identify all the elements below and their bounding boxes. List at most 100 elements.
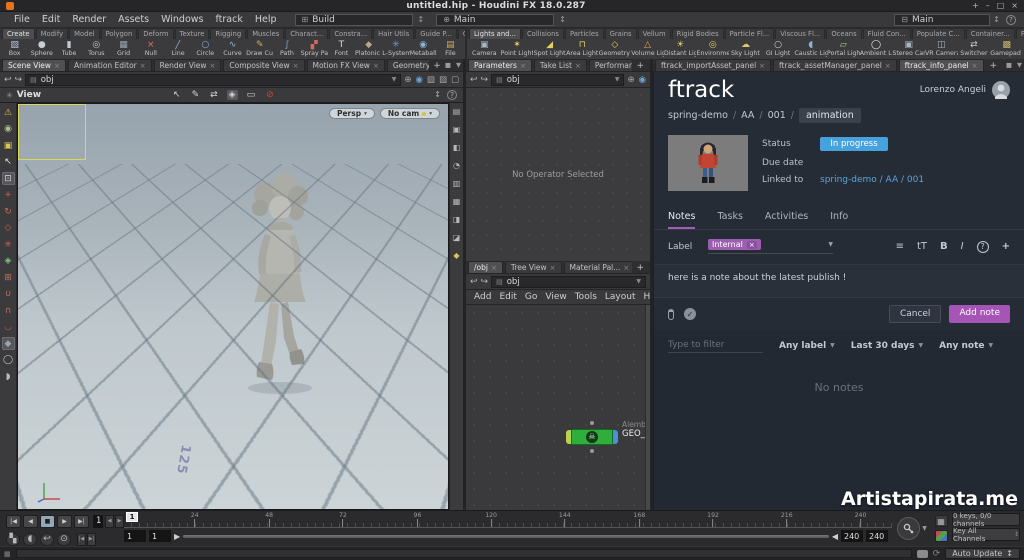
pane-tab[interactable]: Animation Editor × — [67, 59, 152, 71]
shelf-tab[interactable]: Charact... — [285, 28, 329, 39]
shelf-tool[interactable]: ◖ Caustic Light — [794, 40, 827, 59]
auto-update-dropdown[interactable]: Auto Update ↕ — [945, 548, 1020, 559]
help-icon[interactable]: ? — [1006, 14, 1016, 25]
breadcrumb-current[interactable]: animation — [798, 108, 861, 123]
view-tool-icon[interactable]: ⊘ — [264, 90, 276, 100]
shelf-tab[interactable]: Collisions — [521, 28, 564, 39]
back-icon[interactable]: ↩ — [470, 277, 478, 287]
window-control-button[interactable]: □ — [997, 1, 1005, 11]
path-field[interactable]: ▤ obj ▼ — [25, 73, 402, 86]
shelf-tool[interactable]: ◉ Metaball — [410, 40, 437, 59]
viewport-tool-icon[interactable]: ∩ — [2, 304, 15, 317]
viewport-tool-icon[interactable]: ↻ — [2, 205, 15, 218]
character-model[interactable] — [230, 168, 330, 398]
path-bar-icon[interactable]: ▧ — [427, 75, 435, 85]
shelf-tool[interactable]: ▣ Stereo Camera — [892, 40, 925, 59]
avatar[interactable] — [992, 81, 1010, 99]
viewport-option-icon[interactable]: ◨ — [453, 215, 461, 224]
attach-icon[interactable] — [668, 308, 674, 320]
playback-button[interactable]: ▶| — [74, 514, 89, 528]
path-bar-icon[interactable]: ▨ — [439, 75, 447, 85]
pane-menu-icon[interactable]: ▼ — [1017, 61, 1022, 69]
playback-button[interactable]: ▶ — [57, 514, 72, 528]
shelf-tool[interactable]: ∿ Curve — [219, 40, 246, 59]
filter-dropdown[interactable]: Last 30 days ▼ — [851, 341, 923, 351]
path-bar-icon[interactable]: ▢ — [451, 75, 459, 85]
pane-tab[interactable]: Motion FX View × — [306, 59, 385, 71]
shelf-tool[interactable]: ▩ Gamepad Camera — [990, 40, 1023, 59]
shelf-tab[interactable]: Viscous Fl... — [775, 28, 826, 39]
close-icon[interactable]: × — [575, 62, 581, 70]
shelf-tool[interactable]: ⊓ Area Light — [566, 40, 599, 59]
network-menu-item[interactable]: View — [545, 292, 566, 302]
new-tab-button[interactable]: + — [632, 61, 648, 71]
close-icon[interactable]: × — [491, 264, 497, 272]
shelf-tab[interactable]: Container... — [965, 28, 1015, 39]
shelf-tool[interactable]: ◯ Ambient Light — [860, 40, 893, 59]
shelf-tab[interactable]: Populate C... — [911, 28, 965, 39]
message-bubble-icon[interactable] — [916, 549, 928, 558]
playbar-option-icon[interactable]: ↩ — [40, 532, 54, 546]
camera-select-button[interactable]: No cam ▾ — [379, 108, 440, 119]
add-note-button[interactable]: Add note — [949, 305, 1010, 323]
network-scrollbar[interactable] — [645, 305, 650, 510]
shelf-tool[interactable]: ▣ Camera — [468, 40, 501, 59]
pane-tab[interactable]: Tree View × — [504, 261, 562, 273]
shelf-tab[interactable]: Vellum — [637, 28, 671, 39]
viewport-option-icon[interactable]: ▦ — [453, 197, 461, 206]
pane-tab[interactable]: Parameters × — [468, 59, 532, 71]
shelf-tab[interactable]: Lights and... — [469, 28, 521, 39]
shelf-tool[interactable]: ╱ Line — [164, 40, 191, 59]
network-menu-item[interactable]: Add — [474, 292, 491, 302]
shelf-tool[interactable]: ▮ Tube — [55, 40, 82, 59]
menu-item[interactable]: Windows — [155, 13, 209, 26]
shelf-tool[interactable]: ◎ Environment Light — [696, 40, 729, 59]
breadcrumb-item[interactable]: AA — [741, 110, 754, 121]
window-control-button[interactable]: – — [986, 1, 990, 11]
network-canvas[interactable]: ☠ Alembic Arc GEO_Geom — [466, 305, 650, 510]
pane-tab[interactable]: Material Pal... × — [563, 261, 633, 273]
shelf-tab[interactable]: Modify — [35, 28, 69, 39]
shelf-tool[interactable]: ▤ File — [437, 40, 464, 59]
completable-check-icon[interactable]: ✓ — [684, 308, 696, 320]
shelf-tab[interactable]: Guide B... — [457, 28, 465, 39]
viewport-tool-icon[interactable]: ⊞ — [2, 271, 15, 284]
pane-tab[interactable]: Scene View × — [2, 59, 66, 71]
shelf-tab[interactable]: Particles — [564, 28, 604, 39]
pane-tab[interactable]: Render View × — [153, 59, 222, 71]
shelf-tab[interactable]: Pyro FX — [1015, 28, 1024, 39]
shelf-tool[interactable]: ○ Circle — [192, 40, 219, 59]
back-icon[interactable]: ↩ — [470, 75, 478, 85]
close-icon[interactable]: × — [623, 264, 629, 272]
network-menu-item[interactable]: Go — [525, 292, 537, 302]
ftrack-tab[interactable]: Info — [830, 211, 848, 229]
viewport-tool-icon[interactable]: ◡ — [2, 321, 15, 334]
viewport-tool-icon[interactable]: ◉ — [2, 123, 15, 136]
viewport-tool-icon[interactable]: + — [2, 189, 15, 202]
new-tab-button[interactable]: + — [632, 263, 648, 273]
pane-tab[interactable]: /obj × — [468, 261, 503, 273]
menu-item[interactable]: Render — [66, 13, 112, 26]
back-icon[interactable]: ↩ — [4, 75, 12, 85]
playback-start-field[interactable]: 1 — [149, 530, 171, 542]
close-icon[interactable]: × — [373, 62, 379, 70]
viewport-tool-icon[interactable]: ◈ — [2, 255, 15, 268]
editor-tool-icon[interactable]: tT — [917, 241, 927, 252]
geo-node[interactable]: ☠ Alembic Arc GEO_Geom — [566, 420, 650, 453]
node-body[interactable]: ☠ — [571, 429, 613, 445]
editor-tool-icon[interactable]: ≡ — [896, 241, 904, 252]
shelf-tab[interactable]: Rigging — [210, 28, 247, 39]
shelf-tool[interactable]: ▦ Grid — [110, 40, 137, 59]
view-tool-icon[interactable]: ⇄ — [208, 90, 220, 100]
chevron-down-icon[interactable]: ▼ — [615, 76, 620, 83]
viewport-tool-icon[interactable]: ◆ — [1, 337, 15, 350]
shelf-tool[interactable]: ◆ Platonic Solids — [355, 40, 382, 59]
viewport-canvas[interactable]: Persp ▾ No cam ▾ 125 — [17, 103, 449, 510]
shelf-tab[interactable]: Muscles — [247, 28, 285, 39]
keys-summary-button[interactable]: 0 keys, 0/0 channels — [952, 512, 1020, 528]
range-start-handle[interactable]: ▶ — [174, 532, 180, 540]
close-icon[interactable]: × — [210, 62, 216, 70]
shelf-tab[interactable]: Oceans — [826, 28, 862, 39]
playbar-option-icon[interactable]: ⊙ — [57, 532, 71, 546]
viewport-tool-icon[interactable]: ◗ — [2, 370, 15, 383]
